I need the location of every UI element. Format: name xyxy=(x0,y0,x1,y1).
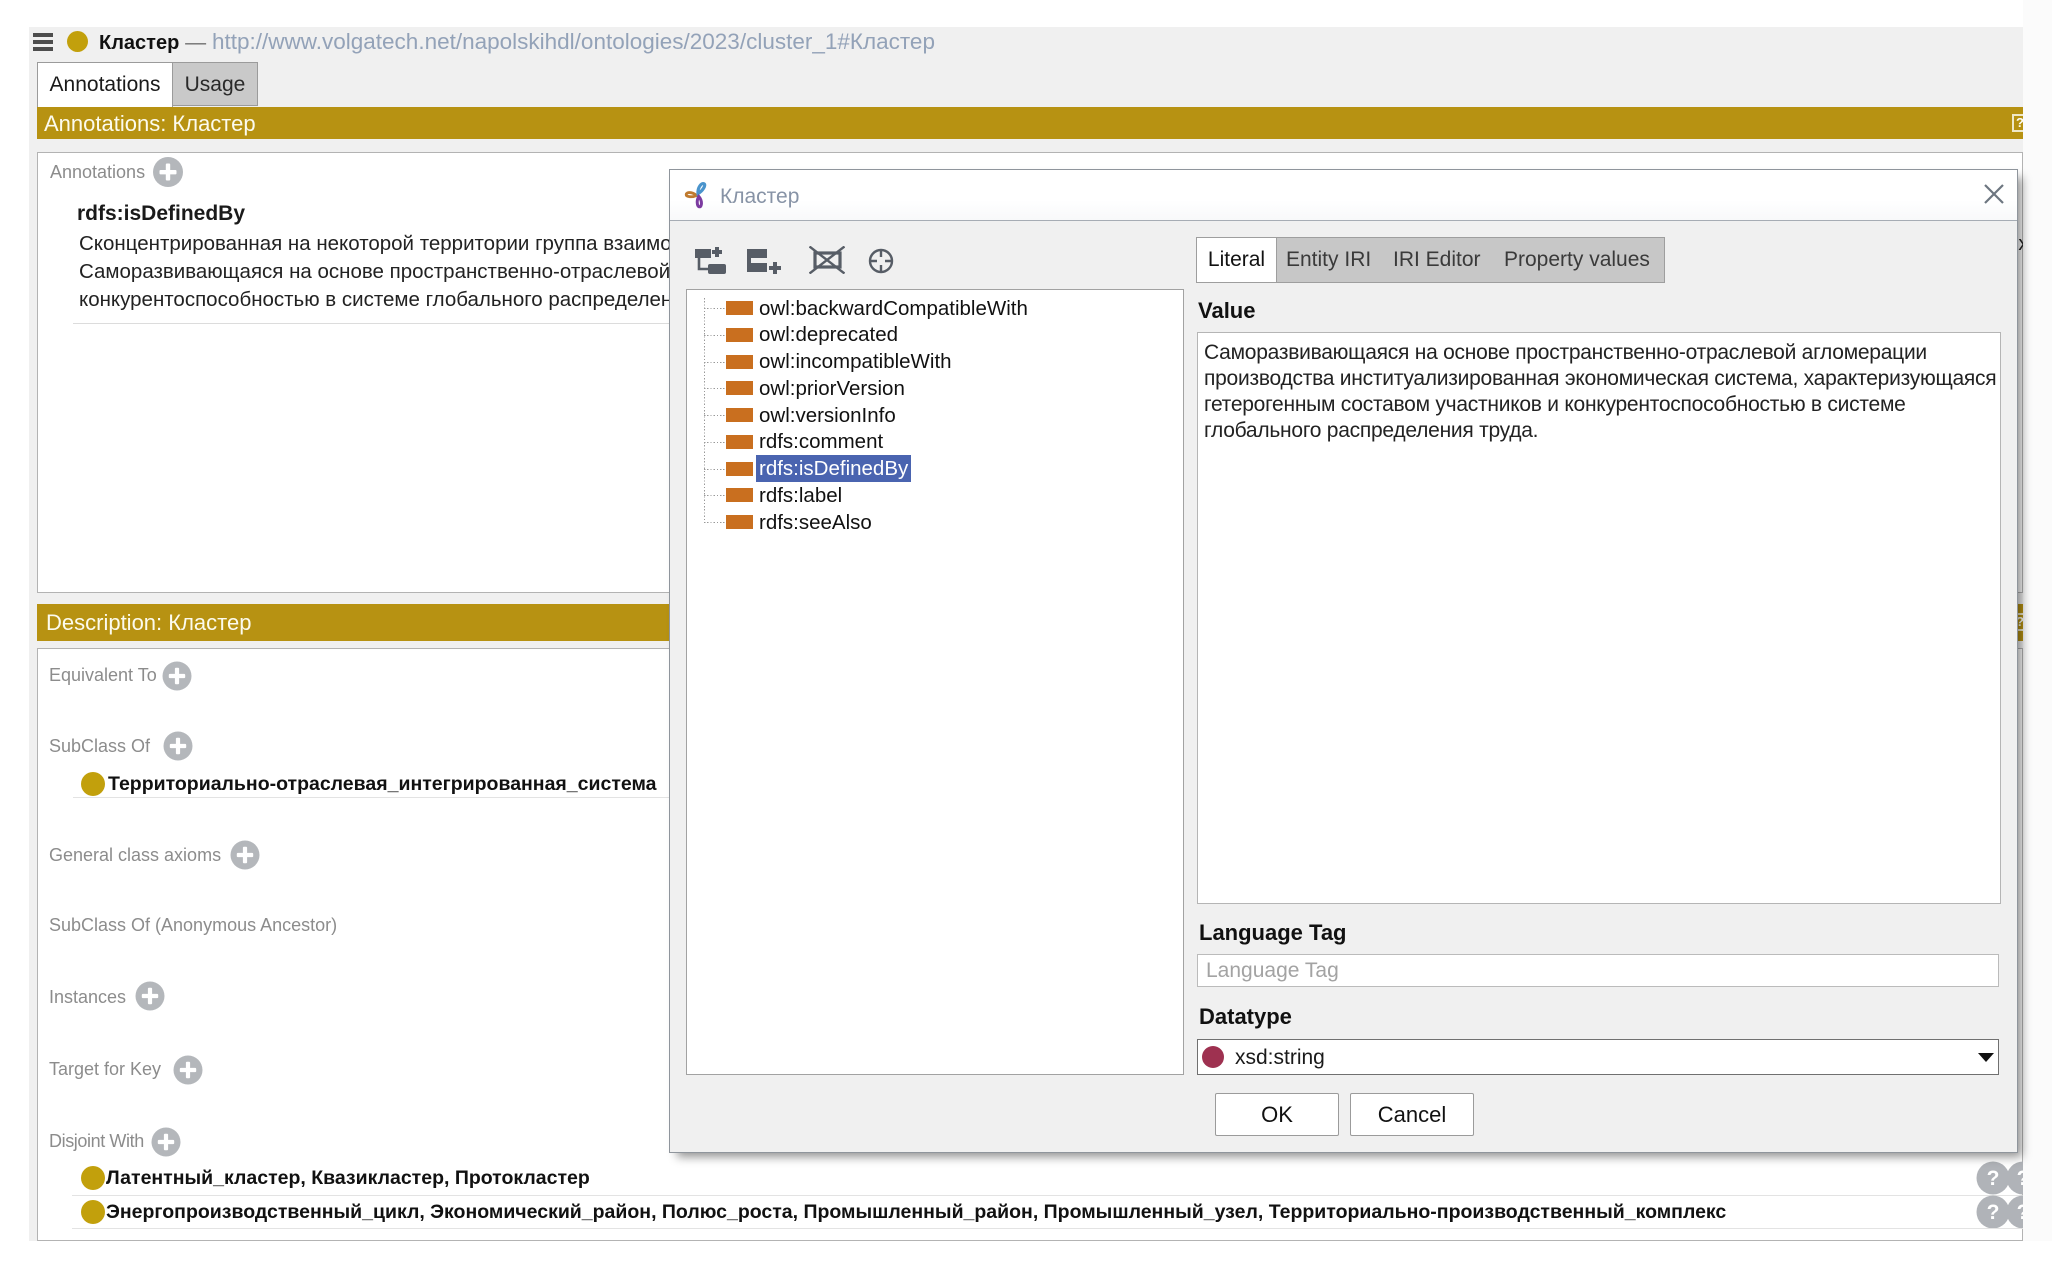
svg-text:?: ? xyxy=(1987,1167,2000,1190)
svg-text:?: ? xyxy=(1987,1201,2000,1224)
